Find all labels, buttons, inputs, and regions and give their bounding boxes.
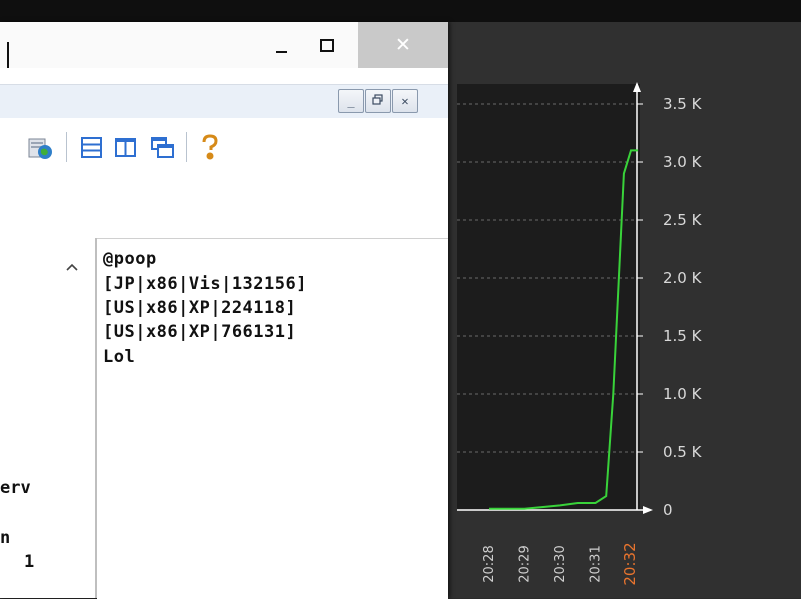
- minimize-icon: _: [347, 94, 355, 108]
- mdi-control-bar: _ ✕: [0, 84, 448, 119]
- close-icon: ✕: [401, 94, 409, 108]
- toolbar: [0, 118, 448, 238]
- maximize-icon: [320, 38, 334, 52]
- horizontal-layout-icon[interactable]: [80, 136, 104, 164]
- x-tick-label: 20:30: [553, 545, 568, 582]
- message-line: @poop: [103, 249, 157, 269]
- y-tick-label: 2.0 K: [663, 269, 703, 287]
- vertical-layout-icon[interactable]: [114, 136, 138, 164]
- y-tick-label: 0: [663, 501, 673, 519]
- help-icon[interactable]: [198, 134, 220, 166]
- maximize-button[interactable]: [304, 22, 350, 68]
- graph-panel: 3.5 K 3.0 K 2.5 K 2.0 K 1.5 K 1.0 K 0.5 K 0 20:…: [447, 22, 801, 598]
- scroll-up-icon[interactable]: [66, 262, 78, 272]
- message-pane[interactable]: @poop [JP|x86|Vis|132156] [US|x86|XP|224…: [97, 238, 448, 599]
- desktop-top-bar: [0, 0, 801, 22]
- x-axis-arrow: [643, 506, 653, 514]
- user-list-text: erv: [0, 478, 31, 498]
- y-tick-labels: 3.5 K 3.0 K 2.5 K 2.0 K 1.5 K 1.0 K 0.5 K 0: [663, 95, 703, 519]
- message-line: [US|x86|XP|224118]: [103, 298, 297, 318]
- message-line: [US|x86|XP|766131]: [103, 322, 297, 342]
- close-icon: ✕: [395, 34, 411, 56]
- y-tick-label: 1.0 K: [663, 385, 703, 403]
- user-list-pane[interactable]: erv n 1: [0, 238, 95, 598]
- minimize-icon: [275, 51, 287, 53]
- window-title-bar[interactable]: ✕: [0, 22, 448, 68]
- user-list-text: n: [0, 528, 11, 548]
- x-tick-label: 20:29: [518, 545, 533, 582]
- restore-icon: [372, 93, 384, 109]
- y-tick-label: 3.5 K: [663, 95, 703, 113]
- x-tick-label: 20:28: [482, 545, 497, 582]
- y-tick-label: 3.0 K: [663, 153, 703, 171]
- plot-area: [457, 84, 640, 510]
- x-tick-label: 20:32: [621, 542, 639, 585]
- toolbar-separator: [66, 132, 67, 162]
- title-text-fragment: [7, 42, 9, 68]
- toolbar-separator: [186, 132, 187, 162]
- close-button[interactable]: ✕: [358, 22, 448, 68]
- y-tick-label: 0.5 K: [663, 443, 703, 461]
- mdi-restore-button[interactable]: [365, 89, 391, 113]
- cascade-windows-icon[interactable]: [150, 136, 176, 164]
- line-chart: 3.5 K 3.0 K 2.5 K 2.0 K 1.5 K 1.0 K 0.5 K 0 20:…: [457, 82, 703, 586]
- mdi-minimize-button[interactable]: _: [338, 89, 364, 113]
- message-line: Lol: [103, 347, 136, 367]
- y-tick-label: 2.5 K: [663, 211, 703, 229]
- chat-window: ✕ _ ✕ erv n 1 @poop [JP|x86|Vis|132156] …: [0, 22, 448, 599]
- message-line: [JP|x86|Vis|132156]: [103, 274, 307, 294]
- x-tick-label: 20:31: [589, 545, 604, 582]
- minimize-button[interactable]: [258, 22, 304, 68]
- mdi-close-button[interactable]: ✕: [392, 89, 418, 113]
- globe-icon[interactable]: [28, 136, 54, 166]
- x-tick-labels: 20:28 20:29 20:30 20:31 20:32: [482, 542, 639, 585]
- y-tick-label: 1.5 K: [663, 327, 703, 345]
- user-list-text: 1: [24, 552, 35, 572]
